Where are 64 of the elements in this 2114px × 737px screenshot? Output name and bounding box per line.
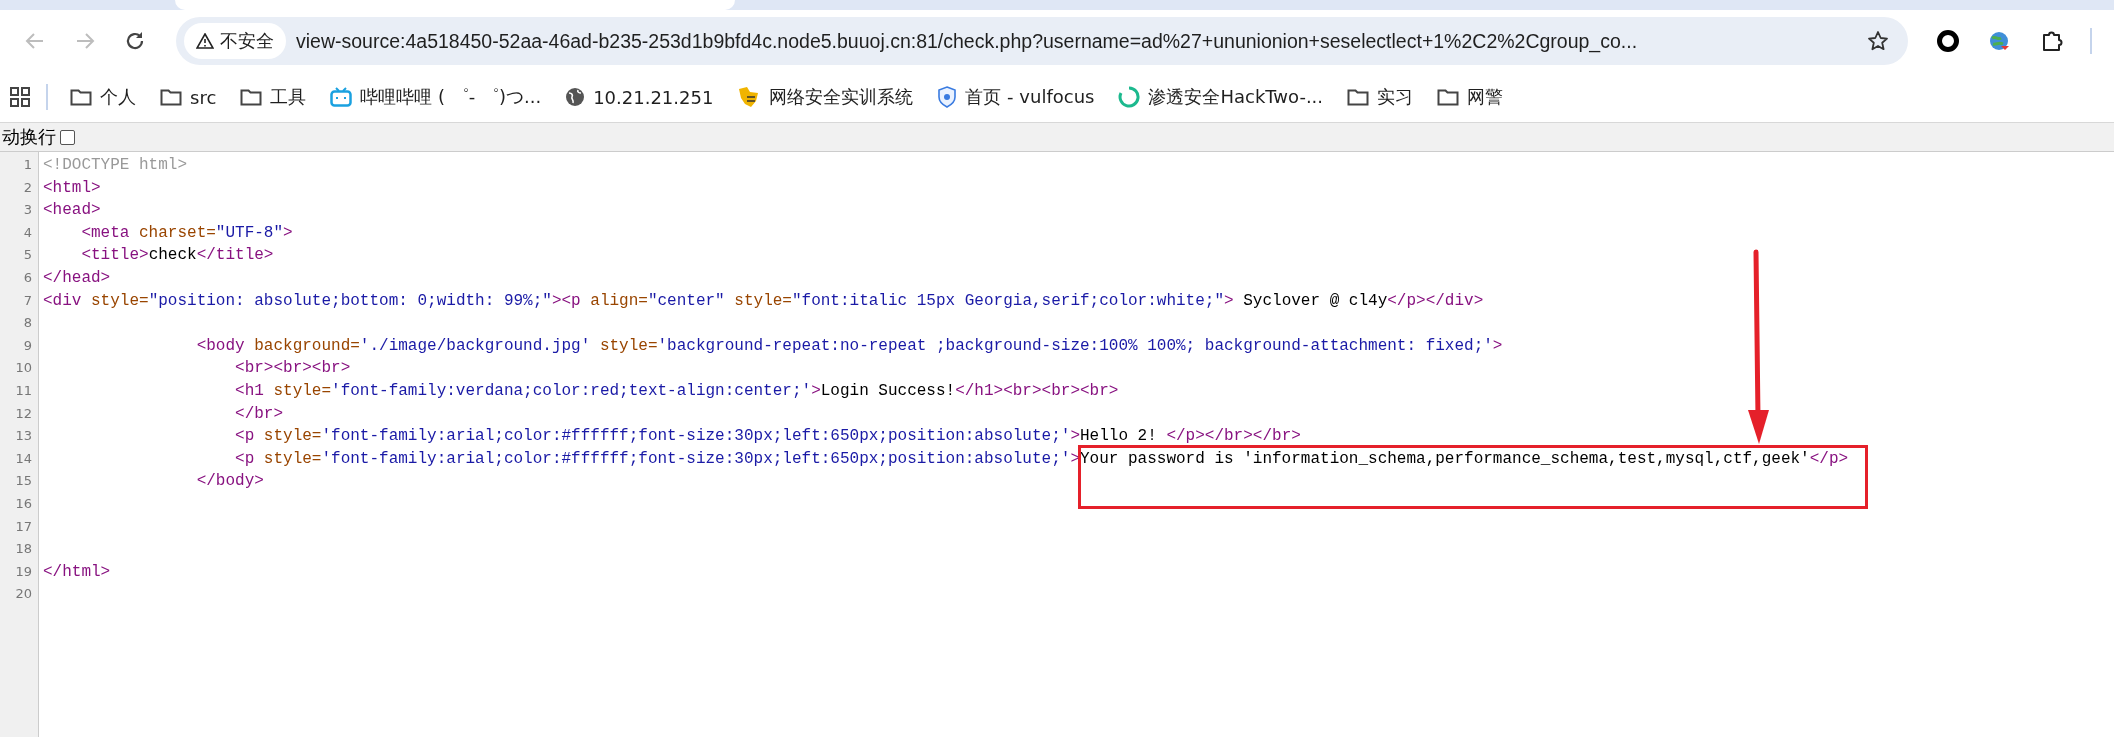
code-line: <title>check</title> — [80, 246, 274, 265]
bookmark-item[interactable]: 实习 — [1337, 79, 1424, 115]
folder-icon — [160, 88, 182, 106]
line-number: 13 — [14, 427, 33, 446]
line-number: 6 — [22, 268, 33, 287]
puzzle-icon — [2040, 29, 2064, 53]
line-number: 17 — [14, 517, 33, 536]
line-number: 12 — [14, 404, 33, 423]
bookmark-item[interactable]: src — [150, 80, 227, 114]
url-text: view-source:4a518450-52aa-46ad-b235-253d1b9bfd4c.node5.buuoj.cn:81/check.php?username=ad%27+ununionion+seselectlect+1%2C2%2Cgroup_co... — [296, 29, 1639, 53]
shield-icon — [937, 86, 958, 108]
star-icon — [1867, 30, 1889, 52]
globe-icon — [565, 87, 586, 107]
line-number: 7 — [22, 291, 33, 310]
line-number: 14 — [14, 449, 33, 468]
code-line: </br> — [234, 404, 284, 423]
security-chip[interactable]: 不安全 — [184, 23, 286, 59]
line-number: 18 — [14, 540, 33, 559]
code-line: </html> — [43, 562, 111, 581]
line-number: 8 — [22, 314, 33, 333]
code-line: <br><br><br> — [234, 359, 351, 378]
line-number: 16 — [14, 494, 33, 513]
tv-icon — [330, 87, 353, 107]
code-line: </body> — [195, 472, 264, 491]
code-line: <head> — [43, 201, 101, 220]
line-number: 15 — [14, 472, 33, 491]
line-number: 9 — [22, 336, 33, 355]
code-line: <h1 style='font-family:verdana;color:red;text-align:center;'>Login Success!</h1><br><br><br> — [234, 381, 1119, 400]
code-line: <html> — [43, 178, 101, 197]
apps-grid-icon — [10, 87, 30, 107]
line-number: 10 — [14, 359, 33, 378]
line-number: 2 — [22, 178, 33, 197]
line-wrap-label: 动换行 — [2, 125, 56, 149]
ring-icon — [1118, 86, 1141, 108]
folder-icon — [70, 88, 92, 106]
code-line: <!DOCTYPE html> — [43, 156, 188, 174]
bookmark-item[interactable]: 首页 - vulfocus — [927, 79, 1105, 115]
bookmark-item[interactable]: 哔哩哔哩 ( ゜- ゜)つ... — [320, 79, 552, 115]
code-line: <meta charset="UTF-8"> — [80, 223, 293, 242]
line-number: 5 — [22, 246, 33, 265]
code-line: <p style='font-family:arial;color:#ffffff;font-size:30px;left:650px;position:absolute;'>Hello 2! </p></br></br> — [234, 427, 1301, 446]
line-number: 3 — [22, 201, 33, 220]
code-line: <div style="position: absolute;bottom: 0;width: 99%;"><p align="center" style="font:italic 15px Georgia,serif;color:white;"> Syclover @ cl4y</p></div> — [43, 291, 1484, 310]
warning-icon — [196, 33, 214, 49]
line-number: 11 — [14, 381, 33, 400]
line-number: 19 — [14, 562, 33, 581]
bookmark-item[interactable]: 网警 — [1427, 79, 1514, 115]
folder-icon — [1347, 88, 1370, 106]
address-bar[interactable]: 不安全 view-source:4a518450-52aa-46ad-b235-253d1b9bfd4c.node5.buuoj.cn:81/check.php?username=ad%27+ununionion+seselectlect+1%2C2%2Cgroup_co... — [176, 17, 1908, 65]
folder-icon — [240, 88, 263, 106]
code-line: <body background='./image/background.jpg' style='background-repeat:no-repeat ;background-size:100% 100%; background-attachment: fixed;'> — [195, 336, 1503, 355]
bookmark-item[interactable]: 渗透安全HackTwo-... — [1108, 79, 1334, 115]
line-wrap-checkbox[interactable] — [60, 129, 75, 145]
line-number: 20 — [14, 585, 33, 604]
folder-icon — [1437, 88, 1460, 106]
line-number: 1 — [22, 156, 33, 174]
reload-icon — [124, 30, 146, 52]
bookmark-item[interactable]: 个人 — [60, 79, 146, 115]
bookmark-item[interactable]: 工具 — [230, 79, 317, 115]
line-number: 4 — [22, 223, 33, 242]
code-line: </head> — [43, 268, 111, 287]
ring-icon — [1936, 29, 1960, 53]
bookmark-item[interactable]: 网络安全实训系统 — [727, 79, 924, 115]
bookmark-item[interactable]: 10.21.21.251 — [555, 80, 724, 114]
